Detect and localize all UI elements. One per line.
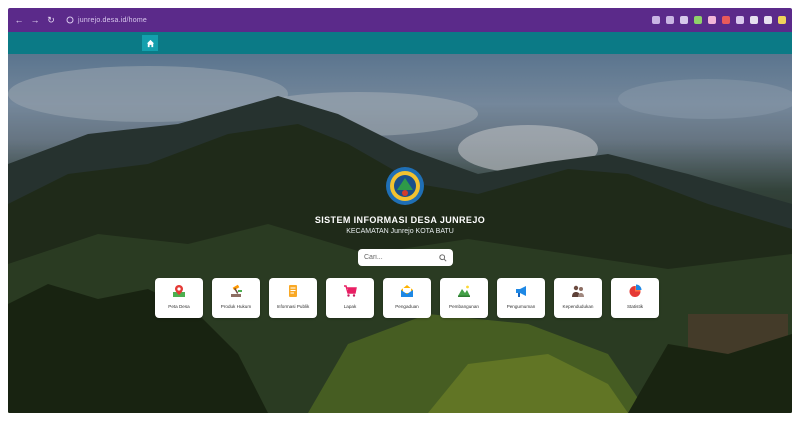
home-button[interactable] bbox=[142, 35, 158, 51]
hero-section: SISTEM INFORMASI DESA JUNREJO KECAMATAN … bbox=[8, 54, 792, 413]
menu-tile-label: Lapak bbox=[343, 304, 357, 309]
document-icon bbox=[289, 285, 297, 297]
menu-tile-kependudukan[interactable]: Kependudukan bbox=[554, 278, 602, 318]
address-bar[interactable]: junrejo.desa.id/home bbox=[62, 13, 622, 27]
cart-icon bbox=[344, 285, 357, 297]
menu-tile-label: Informasi Publik bbox=[276, 304, 310, 309]
home-icon bbox=[146, 39, 154, 47]
app-window: ← → ↻ junrejo.desa.id/home SISTEM INFORM… bbox=[8, 8, 792, 413]
menu-tile-pengumuman[interactable]: Pengumuman bbox=[497, 278, 545, 318]
star-icon[interactable] bbox=[680, 16, 688, 24]
puzzle-icon[interactable] bbox=[736, 16, 744, 24]
reload-icon[interactable]: ↻ bbox=[46, 15, 56, 25]
mail-icon bbox=[401, 285, 413, 297]
page-title: SISTEM INFORMASI DESA JUNREJO bbox=[314, 215, 486, 225]
menu-tile-label: Produk Hukum bbox=[220, 304, 252, 309]
landscape-icon bbox=[458, 285, 470, 297]
url-text: junrejo.desa.id/home bbox=[78, 16, 147, 24]
menu-tile-statistik[interactable]: Statistik bbox=[611, 278, 659, 318]
search-icon[interactable] bbox=[439, 253, 447, 262]
search-input[interactable] bbox=[364, 254, 434, 261]
sidebar-icon[interactable] bbox=[750, 16, 758, 24]
extension-red-icon[interactable] bbox=[722, 16, 730, 24]
profile-avatar[interactable] bbox=[778, 16, 786, 24]
menu-tile-lapak[interactable]: Lapak bbox=[326, 278, 374, 318]
menu-tile-label: Pengaduan bbox=[395, 304, 419, 309]
menu-tile-produk-hukum[interactable]: Produk Hukum bbox=[212, 278, 260, 318]
map-pin-icon bbox=[173, 285, 185, 297]
menu-tile-label: Statistik bbox=[626, 304, 644, 309]
back-icon[interactable]: ← bbox=[14, 15, 24, 25]
menu-tile-label: Peta Desa bbox=[168, 304, 190, 309]
extension-icons bbox=[652, 16, 786, 24]
forward-icon[interactable]: → bbox=[30, 15, 40, 25]
megaphone-icon bbox=[516, 286, 526, 297]
download-icon[interactable] bbox=[764, 16, 772, 24]
menu-tile-informasi-publik[interactable]: Informasi Publik bbox=[269, 278, 317, 318]
menu-tile-pengaduan[interactable]: Pengaduan bbox=[383, 278, 431, 318]
menu-tile-peta-desa[interactable]: Peta Desa bbox=[155, 278, 203, 318]
site-info-icon[interactable] bbox=[66, 16, 74, 24]
menu-tile-label: Pengumuman bbox=[506, 304, 536, 309]
village-emblem-logo bbox=[386, 167, 424, 205]
page-subtitle: KECAMATAN Junrejo KOTA BATU bbox=[346, 228, 454, 235]
site-navbar bbox=[8, 32, 792, 54]
pie-chart-icon bbox=[629, 284, 642, 297]
extension-pink-icon[interactable] bbox=[708, 16, 716, 24]
menu-tile-label: Pembangunan bbox=[449, 304, 479, 309]
menu-tile-pembangunan[interactable]: Pembangunan bbox=[440, 278, 488, 318]
search-box bbox=[358, 249, 453, 266]
gavel-icon bbox=[231, 284, 242, 297]
menu-grid: Peta Desa Produk Hukum Informasi Publik … bbox=[155, 278, 659, 318]
menu-tile-label: Kependudukan bbox=[562, 304, 594, 309]
zoom-icon[interactable] bbox=[666, 16, 674, 24]
people-icon bbox=[572, 285, 584, 297]
extension-green-icon[interactable] bbox=[694, 16, 702, 24]
browser-toolbar: ← → ↻ junrejo.desa.id/home bbox=[8, 8, 792, 32]
translate-icon[interactable] bbox=[652, 16, 660, 24]
